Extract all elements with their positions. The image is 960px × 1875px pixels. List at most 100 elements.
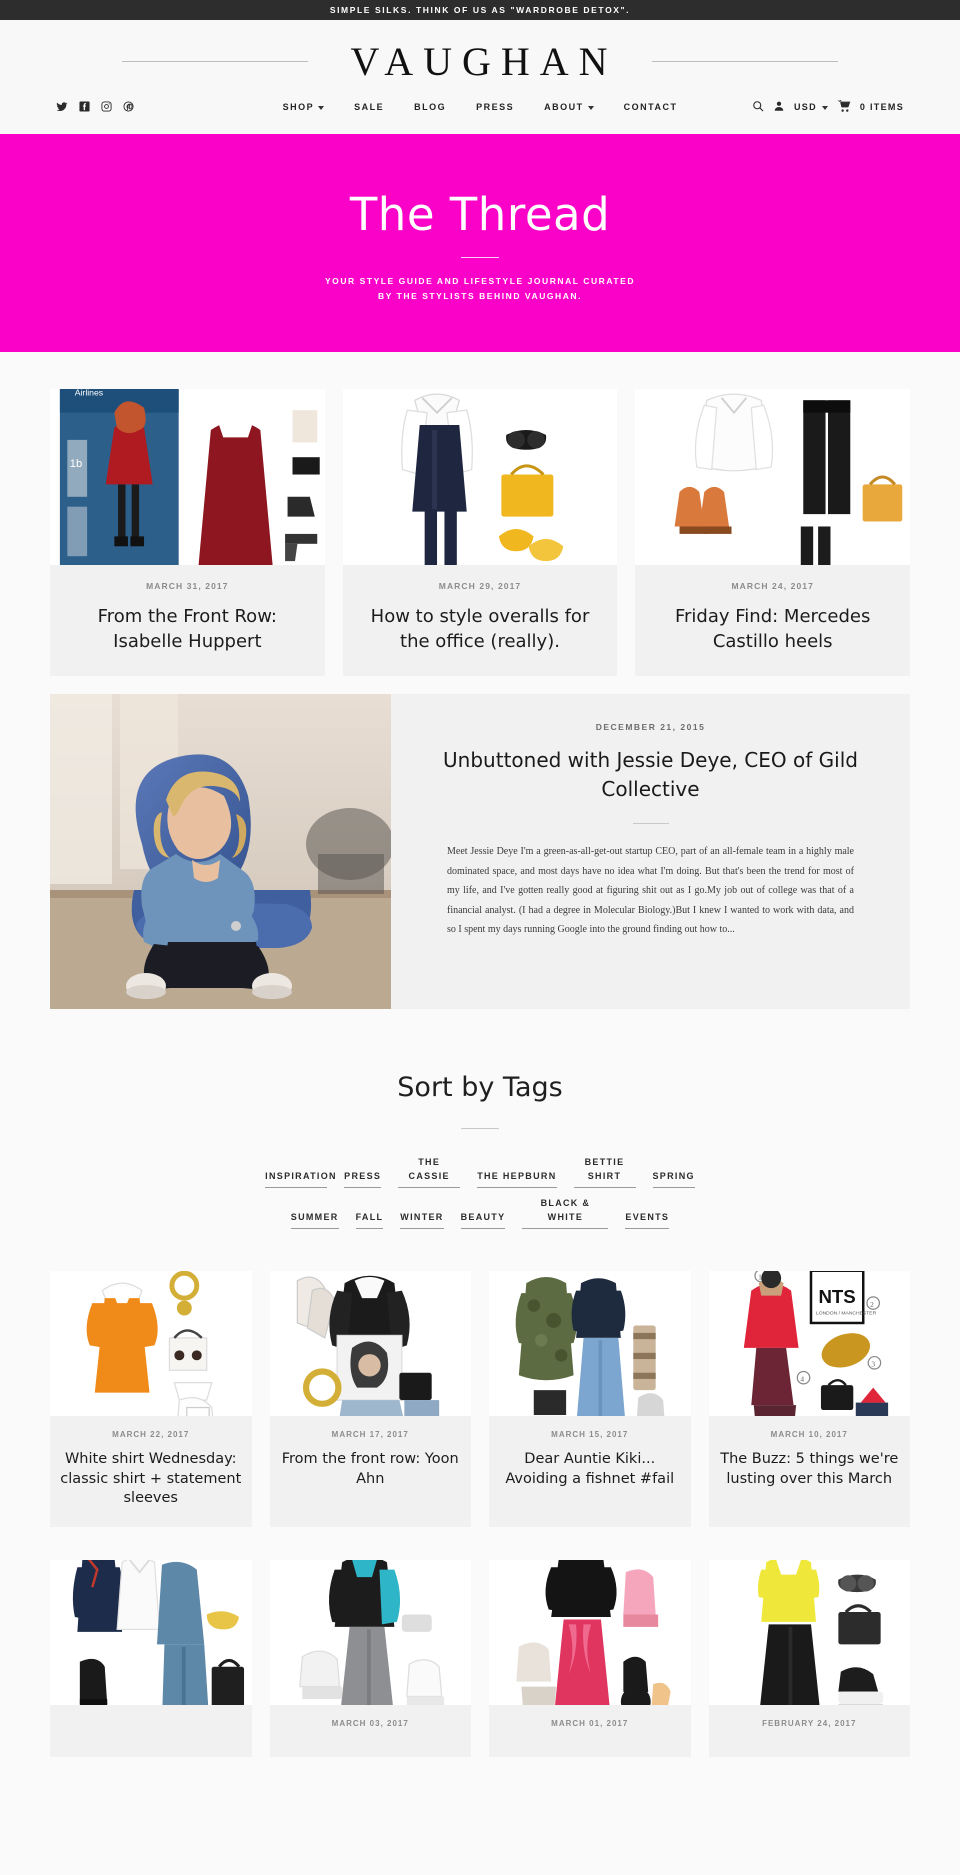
tag-row-1: INSPIRATION PRESS THE CASSIE THE HEPBURN… (50, 1156, 910, 1188)
post-title[interactable]: From the front row: Yoon Ahn (280, 1450, 462, 1489)
nav-label-sale: SALE (354, 101, 385, 112)
post-card[interactable]: FEBRUARY 24, 2017 (708, 1560, 911, 1758)
tag-inspiration[interactable]: INSPIRATION (265, 1170, 336, 1188)
nav-item-press[interactable]: PRESS (476, 102, 514, 112)
tag-beauty[interactable]: BEAUTY (460, 1211, 506, 1229)
instagram-icon[interactable] (101, 101, 112, 112)
tag-winter[interactable]: WINTER (400, 1211, 444, 1229)
post-card[interactable]: 1 NTS LONDON / MANCHESTER 2 3 4 MARCH 10… (708, 1270, 911, 1528)
nav-label-blog: BLOG (414, 101, 447, 112)
grid-image-2 (269, 1270, 471, 1416)
post-card[interactable]: Airlines 1b MARCH 31, 2017 From the Fron… (50, 388, 325, 677)
post-card[interactable]: MARCH 01, 2017 (489, 1560, 691, 1758)
tags-divider (461, 1128, 499, 1130)
post-thumbnail[interactable] (489, 1560, 691, 1706)
tag-summer[interactable]: SUMMER (290, 1211, 339, 1229)
pinterest-icon[interactable] (123, 101, 134, 112)
svg-text:3: 3 (871, 1359, 875, 1368)
post-date: FEBRUARY 24, 2017 (762, 1719, 857, 1729)
nav-item-blog[interactable]: BLOG (414, 102, 446, 112)
post-image-2 (342, 388, 618, 565)
post-card[interactable]: MARCH 22, 2017 White shirt Wednesday: cl… (50, 1270, 252, 1528)
post-title[interactable]: How to style overalls for the office (re… (357, 604, 604, 654)
post-thumbnail[interactable]: 1 NTS LONDON / MANCHESTER 2 3 4 (708, 1270, 910, 1416)
svg-text:4: 4 (800, 1374, 804, 1383)
post-thumbnail[interactable] (635, 388, 911, 565)
post-title[interactable]: White shirt Wednesday: classic shirt + s… (60, 1450, 242, 1509)
cart-count-label[interactable]: 0 ITEMS (860, 102, 904, 112)
site-logo[interactable]: VAUGHAN (342, 41, 617, 82)
post-date: MARCH 22, 2017 (112, 1429, 190, 1439)
featured-excerpt: Meet Jessie Deye I'm a green-as-all-get-… (447, 846, 854, 936)
post-card[interactable] (50, 1560, 252, 1758)
tag-the-hepburn[interactable]: THE HEPBURN (477, 1170, 557, 1188)
post-card[interactable]: MARCH 15, 2017 Dear Auntie Kiki... Avoid… (489, 1270, 691, 1528)
nav-label-press: PRESS (476, 101, 515, 112)
post-thumbnail[interactable]: Airlines 1b (50, 388, 325, 565)
post-title[interactable]: Friday Find: Mercedes Castillo heels (649, 604, 896, 654)
svg-text:2: 2 (870, 1300, 874, 1309)
nav-item-about[interactable]: ABOUT (544, 102, 594, 112)
post-thumbnail[interactable] (50, 1270, 252, 1416)
post-thumbnail[interactable] (489, 1270, 691, 1416)
tag-spring[interactable]: SPRING (652, 1170, 695, 1188)
featured-post[interactable]: DECEMBER 21, 2015 Unbuttoned with Jessie… (50, 694, 910, 1010)
post-thumbnail[interactable] (50, 1560, 252, 1706)
post-thumbnail[interactable] (708, 1560, 910, 1706)
nav-label-about: ABOUT (544, 101, 584, 112)
nav-item-contact[interactable]: CONTACT (624, 102, 678, 112)
post-card-body (50, 1705, 252, 1748)
grid-image-3 (489, 1270, 691, 1416)
tags-section: Sort by Tags INSPIRATION PRESS THE CASSI… (50, 1009, 910, 1229)
post-card-body: FEBRUARY 24, 2017 (709, 1705, 911, 1757)
post-date: MARCH 29, 2017 (438, 580, 522, 591)
post-date: MARCH 17, 2017 (331, 1429, 409, 1439)
post-card-body: MARCH 01, 2017 (489, 1705, 691, 1757)
post-card[interactable]: MARCH 17, 2017 From the front row: Yoon … (269, 1270, 471, 1528)
tag-press[interactable]: PRESS (344, 1170, 382, 1188)
featured-photo (50, 694, 391, 1010)
featured-title[interactable]: Unbuttoned with Jessie Deye, CEO of Gild… (413, 746, 888, 804)
grid-image-6 (269, 1560, 471, 1706)
post-date: MARCH 31, 2017 (146, 580, 229, 591)
facebook-icon[interactable] (79, 101, 90, 112)
post-card[interactable]: MARCH 03, 2017 (269, 1560, 472, 1758)
post-date: MARCH 15, 2017 (551, 1429, 629, 1439)
post-card[interactable]: MARCH 24, 2017 Friday Find: Mercedes Cas… (635, 388, 911, 677)
hero-subtitle-line1: YOUR STYLE GUIDE AND LIFESTYLE JOURNAL C… (324, 276, 636, 286)
grid-image-4: 1 NTS LONDON / MANCHESTER 2 3 4 (708, 1270, 910, 1416)
nav-label-contact: CONTACT (623, 101, 678, 112)
tag-the-cassie[interactable]: THE CASSIE (398, 1156, 461, 1188)
twitter-icon[interactable] (56, 101, 68, 113)
post-thumbnail[interactable] (269, 1270, 471, 1416)
post-image-3 (635, 388, 911, 565)
post-thumbnail[interactable] (269, 1560, 471, 1706)
cart-icon[interactable] (837, 99, 851, 114)
tag-events[interactable]: EVENTS (625, 1211, 670, 1229)
post-title[interactable]: Dear Auntie Kiki... Avoiding a fishnet #… (499, 1450, 681, 1489)
content-wrap: Airlines 1b MARCH 31, 2017 From the Fron… (0, 352, 960, 1758)
grid-image-8 (708, 1560, 910, 1706)
post-card-body: MARCH 31, 2017 From the Front Row: Isabe… (50, 565, 325, 676)
tag-bettie-shirt[interactable]: BETTIE SHIRT (573, 1156, 636, 1188)
tag-fall[interactable]: FALL (355, 1211, 384, 1229)
post-card-body: MARCH 03, 2017 (270, 1705, 472, 1757)
nav-item-shop[interactable]: SHOP (283, 102, 325, 112)
post-date: MARCH 01, 2017 (551, 1719, 629, 1729)
post-title[interactable]: The Buzz: 5 things we're lusting over th… (719, 1450, 901, 1489)
tag-black-and-white[interactable]: BLACK & WHITE (522, 1197, 609, 1229)
post-date: MARCH 03, 2017 (331, 1719, 409, 1729)
post-thumbnail[interactable] (342, 388, 618, 565)
nav-item-sale[interactable]: SALE (354, 102, 384, 112)
currency-label: USD (793, 101, 817, 112)
post-card-body: MARCH 10, 2017 The Buzz: 5 things we're … (709, 1416, 911, 1507)
post-card-body: MARCH 29, 2017 How to style overalls for… (343, 565, 618, 676)
post-card-body: MARCH 15, 2017 Dear Auntie Kiki... Avoid… (489, 1416, 691, 1507)
post-card[interactable]: MARCH 29, 2017 How to style overalls for… (342, 388, 618, 677)
account-icon[interactable] (773, 100, 785, 114)
currency-selector[interactable]: USD (794, 102, 828, 112)
post-card-body: MARCH 24, 2017 Friday Find: Mercedes Cas… (635, 565, 910, 676)
post-title[interactable]: From the Front Row: Isabelle Huppert (64, 604, 311, 654)
search-icon[interactable] (752, 100, 764, 114)
featured-image[interactable] (50, 694, 391, 1010)
